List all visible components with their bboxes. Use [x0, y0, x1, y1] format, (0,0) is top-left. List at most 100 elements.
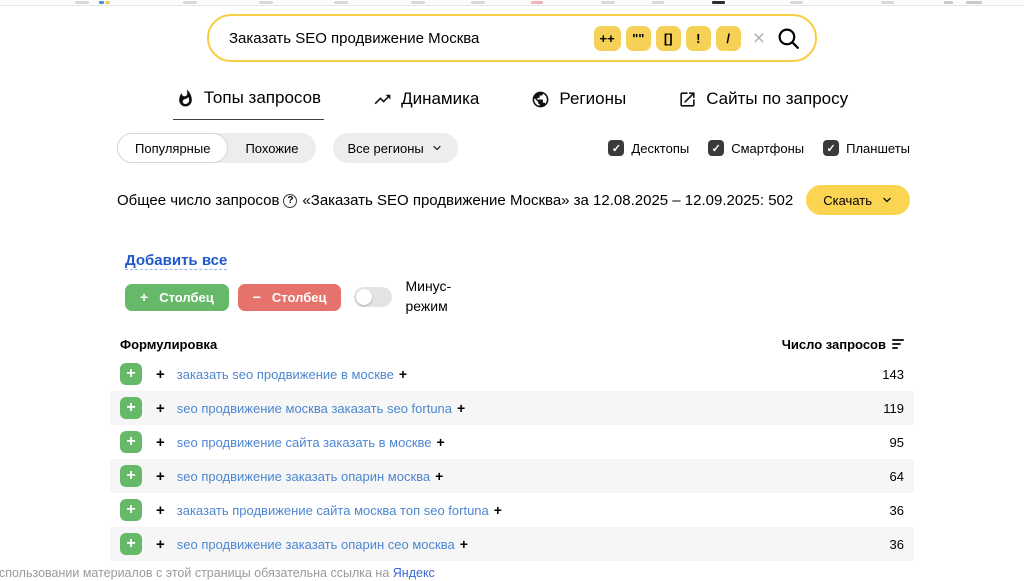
append-plus-icon[interactable]: +: [437, 434, 445, 450]
bookmark-fragment: [652, 1, 664, 4]
phrase-link[interactable]: заказать seo продвижение в москве: [177, 367, 394, 382]
bookmark-fragment: [471, 1, 485, 4]
yandex-link[interactable]: Яндекс: [393, 566, 435, 580]
search-input[interactable]: [229, 30, 594, 47]
append-plus-icon[interactable]: +: [399, 366, 407, 382]
query-count: 95: [890, 435, 904, 450]
query-count: 119: [883, 401, 904, 416]
footer-text: использовании материалов с этой страницы…: [0, 566, 393, 580]
tab-bar: Топы запросов Динамика Регионы Сайты по …: [0, 88, 1024, 120]
region-selector[interactable]: Все регионы: [333, 133, 458, 163]
add-column-label: Столбец: [159, 290, 214, 305]
operator-slash-button[interactable]: /: [716, 26, 741, 51]
bookmark-fragment: [601, 1, 615, 4]
copyright-footer: использовании материалов с этой страницы…: [0, 566, 435, 580]
remove-column-button[interactable]: − Столбец: [238, 284, 342, 311]
add-phrase-button[interactable]: +: [120, 465, 142, 487]
bookmark-fragment: [531, 1, 543, 4]
bookmark-fragment: [334, 1, 348, 4]
table-row: + + seo продвижение заказать опарин сео …: [110, 527, 914, 561]
plus-operator-icon[interactable]: +: [156, 400, 165, 417]
bookmark-fragment: [75, 1, 89, 4]
checkbox-label: Смартфоны: [731, 141, 804, 156]
tab-label: Динамика: [401, 89, 479, 109]
add-column-button[interactable]: + Столбец: [125, 284, 229, 311]
minus-mode-label: Минус-режим: [405, 277, 463, 316]
add-phrase-button[interactable]: +: [120, 397, 142, 419]
search-operators: ++ "" [] ! /: [594, 26, 741, 51]
phrase-link[interactable]: seo продвижение сайта заказать в москве: [177, 435, 432, 450]
bookmark-fragment: [944, 1, 953, 4]
checkbox-checked-icon: ✓: [708, 140, 724, 156]
tab-top-queries[interactable]: Топы запросов: [173, 88, 324, 120]
device-filters: ✓ Десктопы ✓ Смартфоны ✓ Планшеты: [608, 140, 910, 156]
remove-column-label: Столбец: [272, 290, 327, 305]
plus-operator-icon[interactable]: +: [156, 366, 165, 383]
region-selector-label: Все регионы: [348, 141, 424, 156]
table-row: + + заказать seo продвижение в москве + …: [110, 357, 914, 391]
tab-regions[interactable]: Регионы: [528, 89, 629, 120]
plus-operator-icon[interactable]: +: [156, 468, 165, 485]
add-phrase-button[interactable]: +: [120, 431, 142, 453]
operator-exclamation-button[interactable]: !: [686, 26, 711, 51]
operator-plusplus-button[interactable]: ++: [594, 26, 621, 51]
sort-descending-icon: [892, 339, 904, 349]
table-row: + + seo продвижение сайта заказать в мос…: [110, 425, 914, 459]
add-phrase-button[interactable]: +: [120, 499, 142, 521]
checkbox-checked-icon: ✓: [823, 140, 839, 156]
phrase-link[interactable]: seo продвижение заказать опарин москва: [177, 469, 430, 484]
append-plus-icon[interactable]: +: [494, 502, 502, 518]
append-plus-icon[interactable]: +: [460, 536, 468, 552]
bookmark-fragment: [183, 1, 197, 4]
trending-up-icon: [373, 90, 392, 109]
column-header-phrase: Формулировка: [120, 337, 217, 352]
chevron-down-icon: [431, 142, 443, 154]
query-count: 143: [882, 367, 904, 382]
filters-row: Популярные Похожие Все регионы ✓ Десктоп…: [117, 133, 910, 163]
minus-mode-toggle[interactable]: [354, 287, 392, 307]
checkbox-label: Планшеты: [846, 141, 910, 156]
checkbox-smartphones[interactable]: ✓ Смартфоны: [708, 140, 804, 156]
column-actions-row: + Столбец − Столбец Минус-режим: [125, 278, 463, 316]
download-label: Скачать: [823, 193, 872, 208]
globe-icon: [531, 90, 550, 109]
phrase-link[interactable]: seo продвижение москва заказать seo fort…: [177, 401, 452, 416]
add-phrase-button[interactable]: +: [120, 533, 142, 555]
checkbox-label: Десктопы: [631, 141, 689, 156]
summary-prefix: Общее число запросов: [117, 192, 279, 209]
bookmark-fragment: [881, 1, 894, 4]
browser-bookmarks-strip: [0, 0, 1024, 6]
checkbox-desktops[interactable]: ✓ Десктопы: [608, 140, 689, 156]
append-plus-icon[interactable]: +: [457, 400, 465, 416]
append-plus-icon[interactable]: +: [435, 468, 443, 484]
query-count: 36: [890, 537, 904, 552]
plus-icon: +: [140, 289, 148, 305]
plus-operator-icon[interactable]: +: [156, 434, 165, 451]
wordstat-page: ++ "" [] ! / × Топы запросов Динамика: [0, 0, 1024, 581]
query-count: 36: [890, 503, 904, 518]
clear-search-icon[interactable]: ×: [753, 28, 765, 49]
bookmark-fragment: [99, 1, 104, 4]
search-icon[interactable]: [776, 26, 801, 51]
segment-popular[interactable]: Популярные: [117, 133, 228, 163]
phrase-link[interactable]: seo продвижение заказать опарин сео моск…: [177, 537, 455, 552]
minus-icon: −: [253, 289, 261, 305]
tab-sites-by-query[interactable]: Сайты по запросу: [675, 89, 851, 120]
plus-operator-icon[interactable]: +: [156, 536, 165, 553]
add-phrase-button[interactable]: +: [120, 363, 142, 385]
segment-similar[interactable]: Похожие: [228, 133, 315, 163]
total-queries-summary: Общее число запросов?«Заказать SEO продв…: [117, 192, 793, 209]
plus-operator-icon[interactable]: +: [156, 502, 165, 519]
help-icon[interactable]: ?: [283, 194, 297, 208]
table-header: Формулировка Число запросов: [110, 331, 914, 357]
column-header-count[interactable]: Число запросов: [782, 337, 904, 352]
checkbox-checked-icon: ✓: [608, 140, 624, 156]
checkbox-tablets[interactable]: ✓ Планшеты: [823, 140, 910, 156]
operator-quotes-button[interactable]: "": [626, 26, 651, 51]
tab-dynamics[interactable]: Динамика: [370, 89, 482, 120]
operator-brackets-button[interactable]: []: [656, 26, 681, 51]
download-button[interactable]: Скачать: [806, 185, 910, 215]
add-all-link[interactable]: Добавить все: [125, 252, 227, 270]
bookmark-fragment: [790, 1, 803, 4]
phrase-link[interactable]: заказать продвижение сайта москва топ se…: [177, 503, 489, 518]
